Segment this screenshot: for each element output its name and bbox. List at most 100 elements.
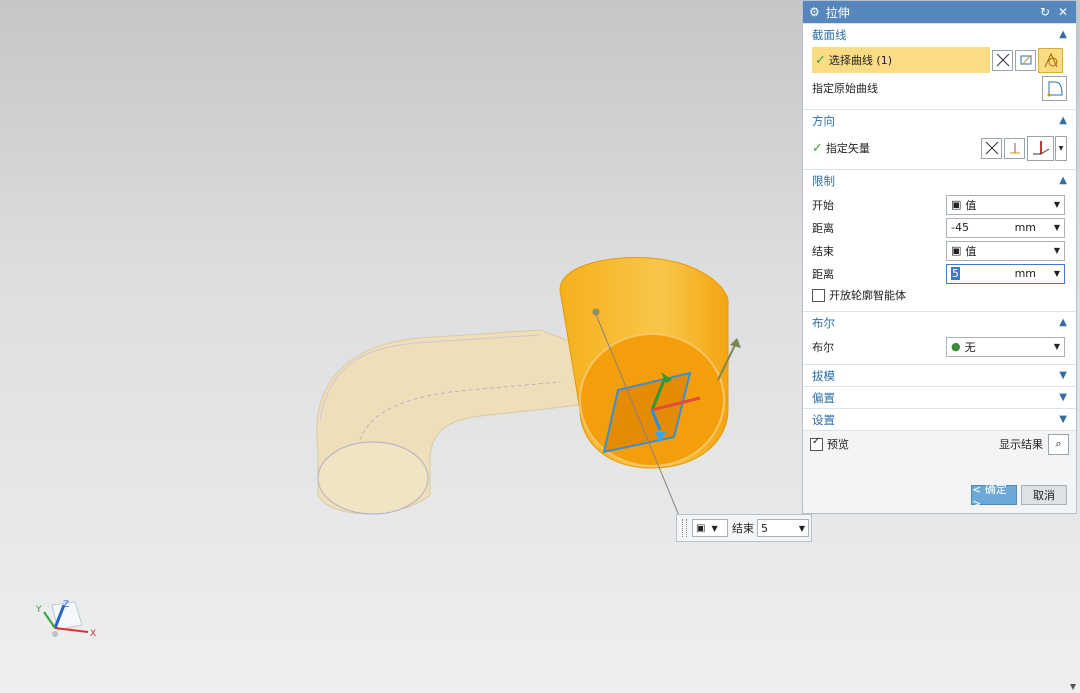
chevron-down-icon[interactable]: ▼	[1054, 269, 1060, 278]
close-icon[interactable]: ✕	[1056, 5, 1070, 19]
limits-title: 限制	[812, 173, 835, 188]
chevron-up-icon[interactable]: ▲	[1059, 175, 1067, 186]
axis-y-label: Y	[35, 605, 42, 615]
check-icon: ✓	[815, 52, 826, 68]
curve-select-icon	[1044, 52, 1057, 68]
specify-vector-label: 指定矢量	[825, 142, 870, 155]
chevron-down-icon: ▼	[711, 523, 718, 533]
show-result-button[interactable]: ⌕	[1048, 433, 1069, 455]
float-end-input[interactable]: 5 ▼	[757, 519, 809, 537]
cube-icon: ▣	[951, 244, 962, 257]
direction-title: 方向	[812, 113, 835, 128]
end-type-dropdown[interactable]: ▣ 值 ▼	[946, 240, 1065, 261]
select-curve-label: 选择曲线 (1)	[828, 54, 892, 67]
start-distance-unit: mm	[1014, 221, 1036, 234]
float-end-value: 5	[761, 521, 768, 535]
original-curve-icon	[1047, 81, 1063, 97]
chevron-down-icon[interactable]: ▼	[1059, 392, 1067, 403]
chevron-down-icon: ▼	[1053, 246, 1060, 255]
specify-original-curve-label: 指定原始曲线	[812, 82, 878, 95]
end-label: 结束	[812, 244, 834, 258]
end-distance-label: 距离	[812, 267, 834, 281]
limits-header[interactable]: 限制 ▲	[803, 169, 1076, 191]
gear-icon: ⚙	[809, 5, 820, 19]
section-curve-header[interactable]: 截面线 ▲	[803, 23, 1076, 45]
preview-row: 预览 显示结果 ⌕	[803, 430, 1076, 457]
chevron-down-icon: ▼	[1053, 342, 1060, 351]
draft-header[interactable]: 拔模 ▼	[803, 364, 1076, 386]
section-curve-body: ✓ 选择曲线 (1) 指定原始曲线	[803, 45, 1076, 109]
curve-rule-button[interactable]	[992, 49, 1013, 71]
end-distance-value: 5	[951, 267, 960, 280]
curve-select-mode-button[interactable]	[1038, 47, 1063, 73]
direction-header[interactable]: 方向 ▲	[803, 109, 1076, 131]
offset-title: 偏置	[812, 390, 835, 405]
boolean-label: 布尔	[812, 340, 834, 354]
chevron-down-icon: ▼	[1053, 200, 1060, 209]
end-type-value: 值	[965, 244, 977, 258]
cylinder-body[interactable]	[559, 257, 741, 536]
chevron-up-icon[interactable]: ▲	[1059, 317, 1067, 328]
boolean-value: 无	[964, 340, 976, 354]
extrude-dialog: ⚙ 拉伸 ↻ ✕ 截面线 ▲ ✓ 选择曲线 (1) 指定原始曲线 方向 ▲ ✓ …	[802, 0, 1077, 514]
cross-curve-icon	[985, 141, 998, 155]
ok-button[interactable]: < 确定 >	[971, 483, 1017, 510]
axis-triad: X Y Z	[35, 600, 96, 639]
start-type-dropdown[interactable]: ▣ 值 ▼	[946, 194, 1065, 215]
settings-title: 设置	[812, 412, 835, 427]
axis-z-label: Z	[63, 600, 69, 610]
vector-dialog-button[interactable]	[1004, 137, 1025, 159]
original-curve-button[interactable]	[1042, 75, 1067, 101]
dialog-titlebar[interactable]: ⚙ 拉伸 ↻ ✕	[803, 1, 1076, 23]
axis-x-label: X	[90, 629, 96, 639]
limits-body: 开始 ▣ 值 ▼ 距离 -45 mm ▼ 结束 ▣ 值 ▼ 距离 5 mm ▼ …	[803, 191, 1076, 311]
preview-label: 预览	[827, 438, 849, 451]
boolean-dropdown[interactable]: ● 无 ▼	[946, 336, 1065, 357]
vector-dropdown-button[interactable]: ▼	[1055, 135, 1067, 161]
draft-title: 拔模	[812, 368, 835, 383]
chevron-up-icon[interactable]: ▲	[1059, 29, 1067, 40]
end-distance-unit: mm	[1014, 267, 1036, 280]
cancel-button[interactable]: 取消	[1021, 485, 1067, 505]
tube-body[interactable]	[316, 329, 581, 515]
start-distance-label: 距离	[812, 221, 834, 235]
select-curve-field[interactable]: ✓ 选择曲线 (1)	[812, 47, 990, 73]
cube-icon: ▣	[696, 522, 706, 534]
chevron-down-icon: ▼	[798, 523, 805, 533]
magnifier-icon: ⌕	[1055, 437, 1062, 450]
reverse-direction-button[interactable]	[981, 137, 1002, 159]
sketch-section-button[interactable]	[1015, 49, 1036, 71]
chevron-down-icon[interactable]: ▼	[1059, 414, 1067, 425]
cube-icon: ▣	[951, 198, 962, 211]
offset-header[interactable]: 偏置 ▼	[803, 386, 1076, 408]
boolean-body: 布尔 ● 无 ▼	[803, 333, 1076, 364]
dialog-title: 拉伸	[825, 5, 850, 20]
floating-input-bar[interactable]: ▣ ▼ 结束 5 ▼	[676, 514, 812, 542]
end-distance-input[interactable]: 5 mm ▼	[946, 263, 1065, 284]
start-distance-input[interactable]: -45 mm ▼	[946, 217, 1065, 238]
sketch-icon	[1020, 54, 1031, 66]
open-profile-label: 开放轮廓智能体	[829, 289, 906, 302]
chevron-down-icon[interactable]: ▼	[1054, 223, 1060, 232]
scroll-indicator-icon[interactable]	[1070, 684, 1076, 690]
float-mode-dropdown[interactable]: ▣ ▼	[692, 519, 728, 537]
direction-body: ✓ 指定矢量 ▼	[803, 131, 1076, 169]
inferred-vector-button[interactable]	[1027, 135, 1054, 161]
open-profile-checkbox[interactable]	[812, 288, 825, 302]
vector-triad-icon	[1032, 141, 1049, 155]
chevron-up-icon[interactable]: ▲	[1059, 115, 1067, 126]
vector-icon	[1009, 143, 1020, 154]
boolean-none-icon: ●	[951, 340, 961, 353]
reset-icon[interactable]: ↻	[1038, 5, 1052, 19]
start-type-value: 值	[965, 198, 977, 212]
boolean-header[interactable]: 布尔 ▲	[803, 311, 1076, 333]
chevron-down-icon: ▼	[1058, 144, 1064, 152]
settings-header[interactable]: 设置 ▼	[803, 408, 1076, 430]
section-curve-title: 截面线	[812, 27, 847, 42]
drag-grip-icon[interactable]	[682, 519, 687, 537]
boolean-title: 布尔	[812, 315, 835, 330]
start-distance-value: -45	[951, 221, 969, 234]
float-end-label: 结束	[732, 522, 754, 535]
preview-checkbox[interactable]	[810, 436, 823, 451]
chevron-down-icon[interactable]: ▼	[1059, 370, 1067, 381]
